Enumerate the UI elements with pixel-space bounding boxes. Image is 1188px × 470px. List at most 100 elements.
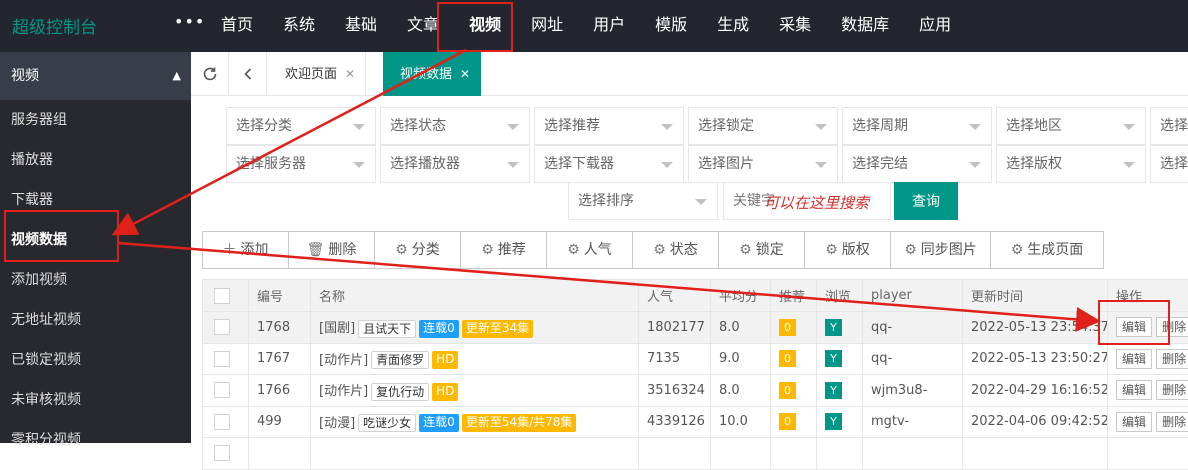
sidebar-item-downloader[interactable]: 下载器 xyxy=(0,180,191,220)
nav-user[interactable]: 用户 xyxy=(578,0,640,52)
nav-collect[interactable]: 采集 xyxy=(764,0,826,52)
sidebar-item-add-video[interactable]: 添加视频 xyxy=(0,260,191,300)
select-all-checkbox[interactable] xyxy=(203,280,249,312)
view-badge[interactable]: Y xyxy=(825,413,842,430)
category-button[interactable]: ⚙分类 xyxy=(375,232,461,268)
select-picture[interactable]: 选择图片 xyxy=(688,145,838,183)
nav-url[interactable]: 网址 xyxy=(516,0,578,52)
status-button[interactable]: ⚙状态 xyxy=(633,232,719,268)
row-checkbox[interactable] xyxy=(203,312,249,344)
select-copyright[interactable]: 选择版权 xyxy=(996,145,1146,183)
row-time: 2022-04-29 16:16:52 xyxy=(963,375,1108,407)
row-recommend[interactable]: 0 xyxy=(771,375,817,407)
row-player xyxy=(863,438,963,470)
close-icon[interactable]: ✕ xyxy=(345,67,355,81)
row-recommend[interactable]: 0 xyxy=(771,343,817,375)
select-downloader[interactable]: 选择下载器 xyxy=(534,145,684,183)
nav-system[interactable]: 系统 xyxy=(268,0,330,52)
generate-pages-button[interactable]: ⚙生成页面 xyxy=(991,232,1103,268)
nav-home[interactable]: 首页 xyxy=(206,0,268,52)
row-checkbox[interactable] xyxy=(203,343,249,375)
edit-button[interactable]: 编辑 xyxy=(1116,412,1152,432)
delete-button[interactable]: 🗑删除 xyxy=(289,232,375,268)
table-row[interactable]: 1768[国剧]且试天下连载0更新至34集18021778.00Yqq-2022… xyxy=(203,312,1188,344)
close-icon[interactable]: ✕ xyxy=(460,67,470,81)
delete-row-button[interactable]: 删除 xyxy=(1156,317,1188,337)
edit-button[interactable]: 编辑 xyxy=(1116,349,1152,369)
delete-row-button[interactable]: 删除 xyxy=(1156,412,1188,432)
add-button[interactable]: ＋添加 xyxy=(203,232,289,268)
select-more-2[interactable]: 选择 xyxy=(1150,145,1188,183)
nav-article[interactable]: 文章 xyxy=(392,0,454,52)
tab-video-data[interactable]: 视频数据✕ xyxy=(383,52,481,96)
table-row[interactable] xyxy=(203,438,1188,470)
view-badge[interactable]: Y xyxy=(825,350,842,367)
select-status[interactable]: 选择状态 xyxy=(380,107,530,145)
copyright-button[interactable]: ⚙版权 xyxy=(805,232,891,268)
nav-apps[interactable]: 应用 xyxy=(904,0,966,52)
row-view[interactable]: Y xyxy=(817,343,863,375)
popularity-button[interactable]: ⚙人气 xyxy=(547,232,633,268)
row-name-cell: [国剧]且试天下连载0更新至34集 xyxy=(311,312,639,344)
sync-pictures-button[interactable]: ⚙同步图片 xyxy=(891,232,991,268)
tab-welcome[interactable]: 欢迎页面✕ xyxy=(268,52,366,96)
table-row[interactable]: 499[动漫]吃谜少女连载0更新至54集/共78集433912610.00Ymg… xyxy=(203,406,1188,438)
sidebar-item-zero-points-video[interactable]: 零积分视频 xyxy=(0,420,191,460)
refresh-icon[interactable] xyxy=(191,52,229,96)
video-name-link[interactable]: 青面修罗 xyxy=(371,351,429,369)
sidebar-item-locked-video[interactable]: 已锁定视频 xyxy=(0,340,191,380)
row-recommend[interactable]: 0 xyxy=(771,406,817,438)
recommend-badge[interactable]: 0 xyxy=(779,413,796,430)
row-recommend[interactable]: 0 xyxy=(771,312,817,344)
sidebar-item-unreviewed-video[interactable]: 未审核视频 xyxy=(0,380,191,420)
query-button[interactable]: 查询 xyxy=(894,182,958,220)
view-badge[interactable]: Y xyxy=(825,382,842,399)
select-sort[interactable]: 选择排序 xyxy=(568,182,718,220)
back-icon[interactable] xyxy=(229,52,267,96)
nav-database[interactable]: 数据库 xyxy=(826,0,904,52)
select-region[interactable]: 选择地区 xyxy=(996,107,1146,145)
select-more-1[interactable]: 选择 xyxy=(1150,107,1188,145)
row-view[interactable]: Y xyxy=(817,375,863,407)
sidebar-item-player[interactable]: 播放器 xyxy=(0,140,191,180)
row-view[interactable] xyxy=(817,438,863,470)
row-checkbox[interactable] xyxy=(203,375,249,407)
video-name-link[interactable]: 且试天下 xyxy=(358,320,416,338)
sidebar-item-server-group[interactable]: 服务器组 xyxy=(0,100,191,140)
nav-video[interactable]: 视频 xyxy=(454,0,516,52)
sidebar-item-video-data[interactable]: 视频数据 xyxy=(0,220,191,260)
edit-button[interactable]: 编辑 xyxy=(1116,317,1152,337)
lock-button[interactable]: ⚙锁定 xyxy=(719,232,805,268)
delete-row-button[interactable]: 删除 xyxy=(1156,380,1188,400)
more-icon[interactable]: ••• xyxy=(174,12,205,31)
row-checkbox[interactable] xyxy=(203,438,249,470)
select-category[interactable]: 选择分类 xyxy=(226,107,376,145)
sidebar-header[interactable]: 视频 ▲ xyxy=(0,52,191,100)
nav-basic[interactable]: 基础 xyxy=(330,0,392,52)
select-player[interactable]: 选择播放器 xyxy=(380,145,530,183)
select-lock[interactable]: 选择锁定 xyxy=(688,107,838,145)
delete-row-button[interactable]: 删除 xyxy=(1156,349,1188,369)
video-name-link[interactable]: 复仇行动 xyxy=(371,383,429,401)
sidebar-item-no-url-video[interactable]: 无地址视频 xyxy=(0,300,191,340)
table-row[interactable]: 1766[动作片]复仇行动HD35163248.00Ywjm3u8-2022-0… xyxy=(203,375,1188,407)
nav-generate[interactable]: 生成 xyxy=(702,0,764,52)
table-row[interactable]: 1767[动作片]青面修罗HD71359.00Yqq-2022-05-13 23… xyxy=(203,343,1188,375)
row-view[interactable]: Y xyxy=(817,406,863,438)
video-name-link[interactable]: 吃谜少女 xyxy=(358,414,416,432)
select-server[interactable]: 选择服务器 xyxy=(226,145,376,183)
view-badge[interactable]: Y xyxy=(825,319,842,336)
select-recommend[interactable]: 选择推荐 xyxy=(534,107,684,145)
row-checkbox[interactable] xyxy=(203,406,249,438)
select-period[interactable]: 选择周期 xyxy=(842,107,992,145)
edit-button[interactable]: 编辑 xyxy=(1116,380,1152,400)
recommend-badge[interactable]: 0 xyxy=(779,319,796,336)
nav-template[interactable]: 模版 xyxy=(640,0,702,52)
row-recommend[interactable] xyxy=(771,438,817,470)
recommend-button[interactable]: ⚙推荐 xyxy=(461,232,547,268)
select-finished[interactable]: 选择完结 xyxy=(842,145,992,183)
recommend-badge[interactable]: 0 xyxy=(779,382,796,399)
row-view[interactable]: Y xyxy=(817,312,863,344)
row-id: 1766 xyxy=(249,375,311,407)
recommend-badge[interactable]: 0 xyxy=(779,350,796,367)
